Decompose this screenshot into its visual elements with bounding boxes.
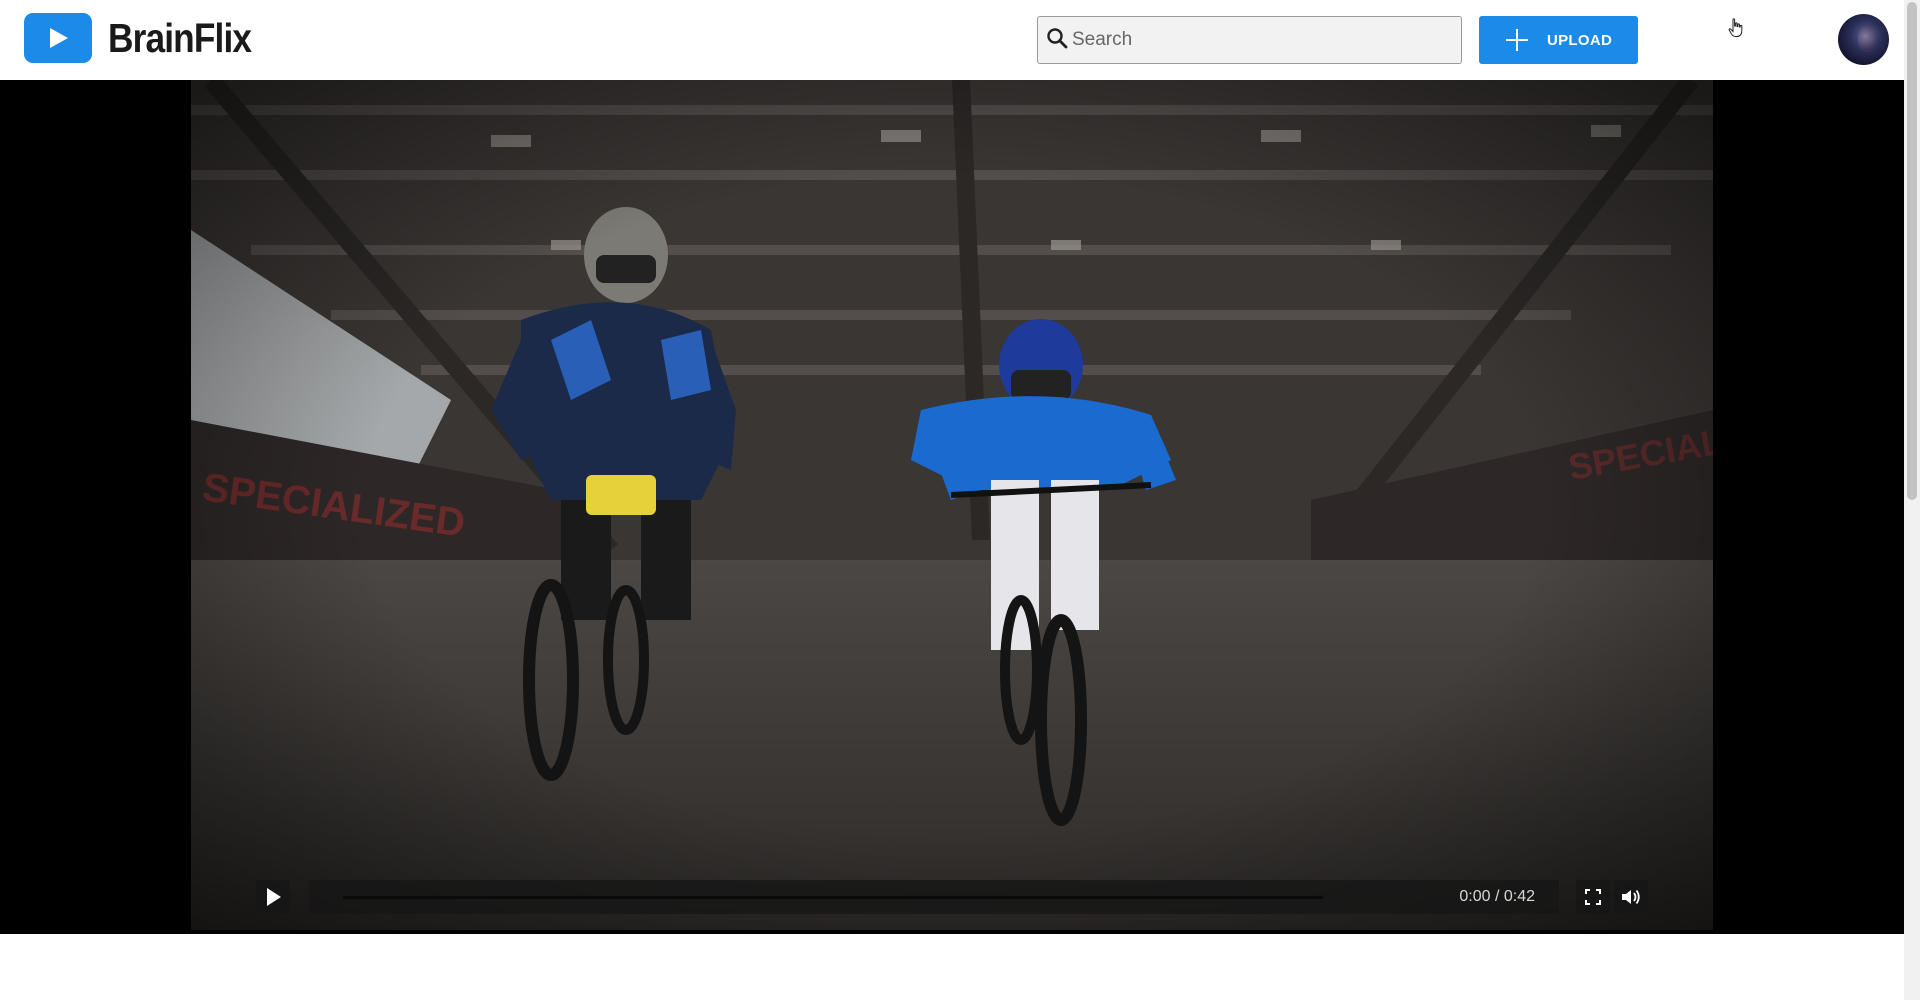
play-button[interactable] [256,880,290,914]
video-frame: SPECIALIZED SPECIALI [191,80,1713,930]
fullscreen-button[interactable] [1576,880,1610,914]
search-box[interactable] [1037,16,1462,64]
search-icon [1046,27,1068,54]
plus-icon [1505,28,1529,52]
page-scrollbar[interactable] [1904,0,1920,1000]
upload-label: UPLOAD [1547,31,1613,49]
volume-icon [1622,889,1640,905]
user-avatar[interactable] [1838,14,1889,65]
brand-logo[interactable]: BrainFlix [24,13,274,63]
fullscreen-icon [1585,889,1601,905]
progress-track[interactable] [343,896,1323,899]
avatar-face [1858,26,1876,52]
app-name: BrainFlix [108,14,252,61]
logo-play-icon [24,13,92,63]
play-icon [267,888,281,906]
video-player[interactable]: SPECIALIZED SPECIALI [191,80,1713,930]
scrollbar-thumb[interactable] [1907,2,1917,500]
search-input[interactable] [1072,29,1452,51]
header: BrainFlix UPLOAD [0,0,1904,80]
hand-cursor-icon [1728,18,1744,43]
volume-button[interactable] [1614,880,1648,914]
progress-bar[interactable]: 0:00 / 0:42 [309,880,1559,914]
time-display: 0:00 / 0:42 [1459,888,1535,905]
upload-button[interactable]: UPLOAD [1479,16,1638,64]
